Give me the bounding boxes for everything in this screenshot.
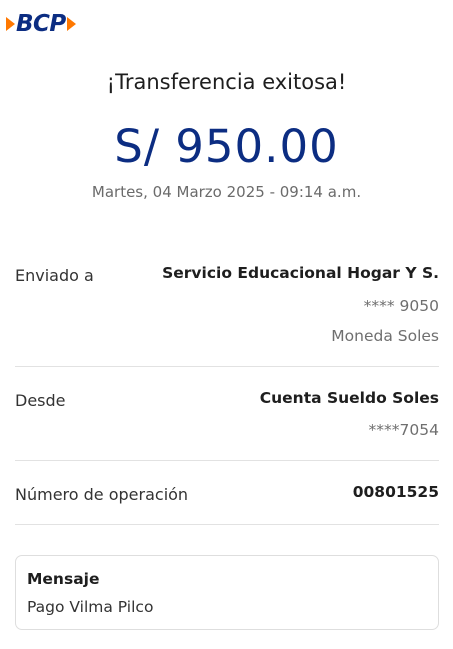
bcp-logo: BCP (6, 10, 76, 38)
sent-to-label: Enviado a (15, 266, 94, 285)
divider (15, 524, 439, 525)
message-box: Mensaje Pago Vilma Pilco (15, 555, 439, 630)
from-label: Desde (15, 391, 66, 410)
operation-label: Número de operación (15, 485, 189, 504)
message-title: Mensaje (27, 570, 100, 588)
divider (15, 366, 439, 367)
operation-number: 00801525 (352, 483, 439, 501)
transfer-amount: S/ 950.00 (114, 120, 339, 173)
recipient-name: Servicio Educacional Hogar Y S. (162, 264, 439, 282)
transfer-date: Martes, 04 Marzo 2025 - 09:14 a.m. (91, 183, 362, 201)
source-account-name: Cuenta Sueldo Soles (259, 389, 439, 407)
source-account-number: ****7054 (368, 421, 439, 439)
page-title: ¡Transferencia exitosa! (106, 70, 347, 94)
recipient-currency: Moneda Soles (331, 327, 439, 345)
recipient-account: **** 9050 (363, 297, 439, 315)
divider (15, 460, 439, 461)
message-text: Pago Vilma Pilco (27, 598, 154, 616)
from-row: Desde Cuenta Sueldo Soles ****7054 (15, 389, 439, 449)
chevron-right-icon (6, 17, 15, 31)
logo-text: BCP (16, 11, 66, 37)
chevron-right-icon (66, 17, 76, 31)
sent-to-row: Enviado a Servicio Educacional Hogar Y S… (15, 264, 439, 354)
operation-row: Número de operación 00801525 (15, 483, 439, 513)
